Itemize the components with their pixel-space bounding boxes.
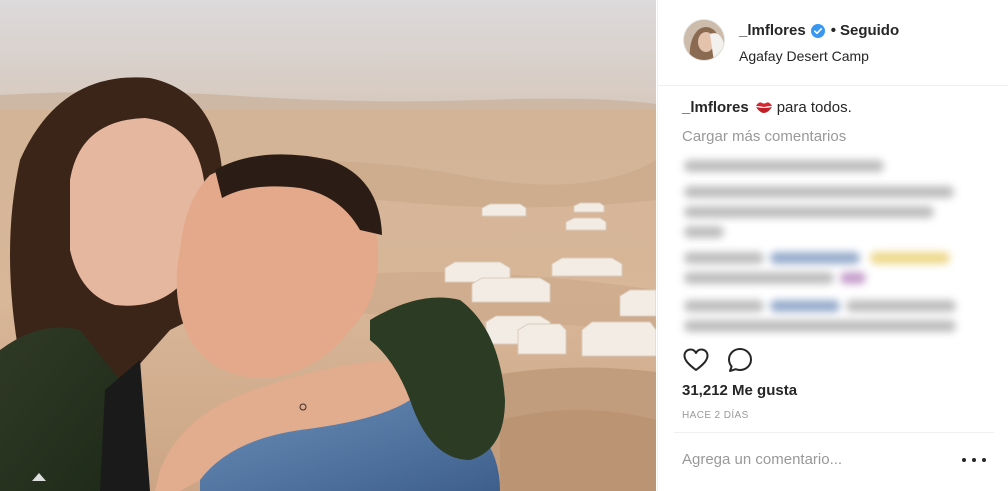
blurred-emoji xyxy=(840,272,866,284)
more-dot xyxy=(962,458,966,462)
post-photo-image xyxy=(0,0,656,491)
blurred-comment-line xyxy=(684,300,764,312)
header-separator: • xyxy=(830,22,836,39)
post-location-link[interactable]: Agafay Desert Camp xyxy=(739,48,869,64)
blurred-emoji xyxy=(870,252,950,264)
comment-bubble-icon[interactable] xyxy=(726,346,754,374)
post-caption: _lmflores para todos. xyxy=(682,99,852,116)
heart-icon[interactable] xyxy=(682,346,710,374)
likes-count[interactable]: 31,212 Me gusta xyxy=(682,382,797,399)
instagram-post: _lmflores • Seguido Agafay Desert Camp _… xyxy=(0,0,1008,491)
post-actions xyxy=(682,346,754,374)
post-header: _lmflores • Seguido Agafay Desert Camp xyxy=(658,0,1008,86)
more-dot xyxy=(972,458,976,462)
load-more-comments-button[interactable]: Cargar más comentarios xyxy=(682,128,846,145)
follow-status-button[interactable]: Seguido xyxy=(840,22,899,39)
verified-badge-icon xyxy=(810,23,825,38)
blurred-comment-line xyxy=(684,272,834,284)
blurred-comments xyxy=(670,148,970,344)
comment-input[interactable] xyxy=(682,451,942,468)
tagged-users-icon[interactable] xyxy=(32,473,46,481)
post-photo[interactable] xyxy=(0,0,656,491)
blurred-comment-line xyxy=(684,320,956,332)
more-dot xyxy=(982,458,986,462)
blurred-comment-line xyxy=(846,300,956,312)
blurred-comment-line xyxy=(684,186,954,198)
kiss-lips-icon xyxy=(755,100,773,114)
avatar[interactable] xyxy=(683,19,725,61)
blurred-comment-line xyxy=(684,252,764,264)
post-timestamp[interactable]: HACE 2 DÍAS xyxy=(682,410,749,421)
blurred-comment-line xyxy=(684,160,884,172)
header-username[interactable]: _lmflores xyxy=(739,22,806,39)
header-user-row: _lmflores • Seguido xyxy=(739,22,899,39)
add-comment-bar xyxy=(674,432,994,491)
blurred-comment-line xyxy=(684,226,724,238)
blurred-mention xyxy=(770,252,860,264)
caption-text: para todos. xyxy=(776,99,852,116)
blurred-mention xyxy=(770,300,840,312)
avatar-image xyxy=(684,20,724,60)
caption-username[interactable]: _lmflores xyxy=(682,99,749,116)
more-options-icon[interactable] xyxy=(962,453,986,467)
post-side-panel: _lmflores • Seguido Agafay Desert Camp _… xyxy=(657,0,1008,491)
blurred-comment-line xyxy=(684,206,934,218)
